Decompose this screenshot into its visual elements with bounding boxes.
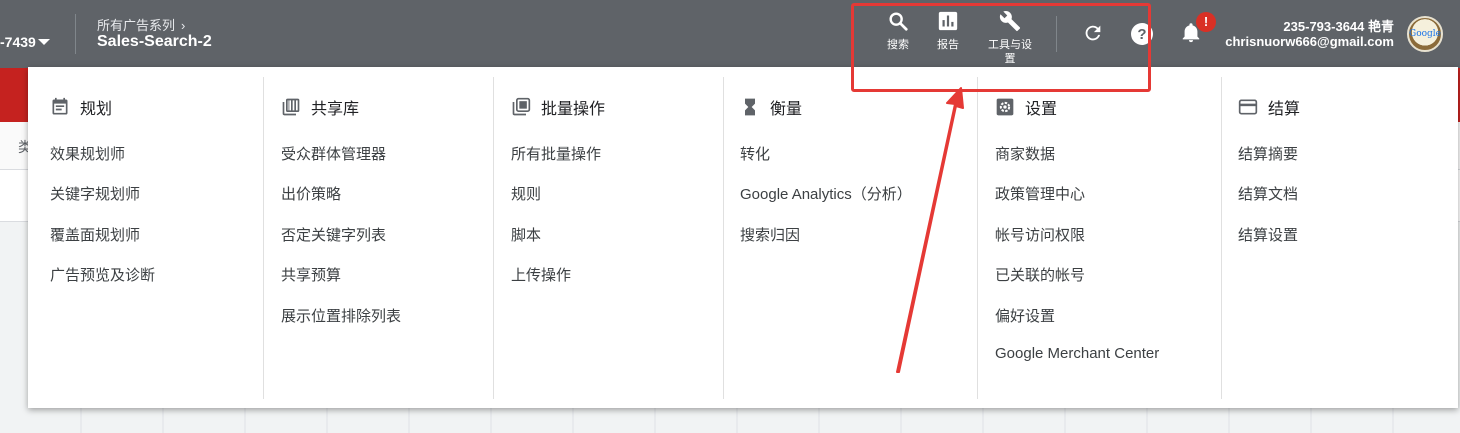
menu-item-uploads[interactable]: 上传操作 bbox=[511, 264, 571, 285]
menu-item-reach-planner[interactable]: 覆盖面规划师 bbox=[50, 224, 140, 245]
menu-item-rules[interactable]: 规则 bbox=[511, 183, 541, 204]
menu-item-scripts[interactable]: 脚本 bbox=[511, 224, 541, 245]
menu-item-linked-accounts[interactable]: 已关联的帐号 bbox=[995, 264, 1085, 285]
refresh-icon[interactable] bbox=[1082, 22, 1104, 49]
avatar-label: Google bbox=[1409, 29, 1441, 39]
account-dropdown-icon[interactable] bbox=[38, 39, 50, 45]
menu-item-merchant-center[interactable]: Google Merchant Center bbox=[995, 345, 1159, 362]
hourglass-icon bbox=[745, 98, 755, 116]
tools-settings-menu: 规划 效果规划师 关键字规划师 覆盖面规划师 广告预览及诊断 共享库 受众群体管… bbox=[28, 67, 1458, 408]
campaign-title: Sales-Search-2 bbox=[97, 33, 212, 50]
menu-item-all-bulk-actions[interactable]: 所有批量操作 bbox=[511, 143, 601, 164]
menu-heading-billing: 结算 bbox=[1238, 95, 1300, 119]
menu-item-ad-preview[interactable]: 广告预览及诊断 bbox=[50, 264, 155, 285]
menu-heading-label: 衡量 bbox=[770, 101, 803, 118]
menu-item-placement-exclusions[interactable]: 展示位置排除列表 bbox=[281, 305, 401, 326]
menu-heading-measurement: 衡量 bbox=[740, 95, 802, 119]
menu-item-account-access[interactable]: 帐号访问权限 bbox=[995, 224, 1085, 245]
search-tool-button[interactable]: 搜索 bbox=[878, 10, 918, 52]
search-tool-label: 搜索 bbox=[887, 39, 909, 51]
menu-column-setup: 设置 商家数据 政策管理中心 帐号访问权限 已关联的帐号 偏好设置 Google… bbox=[978, 67, 1221, 408]
menu-item-billing-settings[interactable]: 结算设置 bbox=[1238, 224, 1298, 245]
menu-heading-label: 批量操作 bbox=[541, 101, 606, 118]
menu-heading-setup: 设置 bbox=[995, 95, 1057, 119]
top-header: -7439 所有广告系列 › Sales-Search-2 搜索 报告 工具与设置… bbox=[0, 0, 1460, 68]
header-divider bbox=[1056, 16, 1057, 52]
menu-item-performance-planner[interactable]: 效果规划师 bbox=[50, 143, 125, 164]
chevron-right-icon: › bbox=[181, 18, 186, 33]
menu-heading-label: 规划 bbox=[80, 101, 113, 118]
tools-settings-label: 工具与设置 bbox=[988, 39, 1032, 65]
menu-item-billing-documents[interactable]: 结算文档 bbox=[1238, 183, 1298, 204]
menu-column-planning: 规划 效果规划师 关键字规划师 覆盖面规划师 广告预览及诊断 bbox=[28, 67, 263, 408]
user-account-name[interactable]: 235-793-3644 艳青 bbox=[1283, 16, 1394, 35]
menu-item-business-data[interactable]: 商家数据 bbox=[995, 143, 1055, 164]
menu-item-shared-budgets[interactable]: 共享预算 bbox=[281, 264, 341, 285]
credit-card-icon bbox=[1238, 99, 1258, 115]
menu-heading-label: 设置 bbox=[1025, 101, 1058, 118]
account-id[interactable]: -7439 bbox=[0, 34, 36, 50]
notification-badge: ! bbox=[1196, 12, 1216, 32]
search-icon bbox=[889, 12, 908, 31]
report-tool-label: 报告 bbox=[937, 39, 959, 51]
bar-chart-icon bbox=[938, 11, 958, 31]
help-icon[interactable]: ? bbox=[1130, 22, 1154, 51]
menu-item-audience-manager[interactable]: 受众群体管理器 bbox=[281, 143, 386, 164]
calendar-icon bbox=[52, 97, 68, 115]
menu-heading-label: 结算 bbox=[1268, 101, 1301, 118]
menu-item-conversions[interactable]: 转化 bbox=[740, 143, 770, 164]
menu-item-billing-summary[interactable]: 结算摘要 bbox=[1238, 143, 1298, 164]
wrench-icon bbox=[999, 11, 1021, 32]
avatar[interactable]: Google bbox=[1407, 16, 1443, 52]
copy-icon bbox=[512, 97, 531, 116]
library-icon bbox=[282, 98, 300, 116]
tools-settings-button[interactable]: 工具与设置 bbox=[978, 10, 1042, 66]
menu-item-negative-keyword-lists[interactable]: 否定关键字列表 bbox=[281, 224, 386, 245]
menu-column-bulk-actions: 批量操作 所有批量操作 规则 脚本 上传操作 bbox=[494, 67, 723, 408]
menu-item-keyword-planner[interactable]: 关键字规划师 bbox=[50, 183, 140, 204]
menu-column-measurement: 衡量 转化 Google Analytics（分析） 搜索归因 bbox=[724, 67, 977, 408]
breadcrumb[interactable]: 所有广告系列 › bbox=[97, 15, 185, 34]
menu-item-preferences[interactable]: 偏好设置 bbox=[995, 305, 1055, 326]
user-email[interactable]: chrisnuorw666@gmail.com bbox=[1225, 34, 1394, 49]
svg-text:?: ? bbox=[1137, 26, 1146, 43]
breadcrumb-label: 所有广告系列 bbox=[97, 18, 176, 33]
report-tool-button[interactable]: 报告 bbox=[928, 10, 968, 52]
header-divider bbox=[75, 14, 76, 54]
menu-heading-planning: 规划 bbox=[50, 95, 112, 119]
menu-item-search-attribution[interactable]: 搜索归因 bbox=[740, 224, 800, 245]
menu-item-bid-strategies[interactable]: 出价策略 bbox=[281, 183, 341, 204]
menu-item-policy-manager[interactable]: 政策管理中心 bbox=[995, 183, 1085, 204]
menu-heading-bulk-actions: 批量操作 bbox=[511, 95, 605, 119]
menu-item-google-analytics[interactable]: Google Analytics（分析） bbox=[740, 183, 912, 204]
menu-heading-label: 共享库 bbox=[311, 101, 360, 118]
menu-column-shared-library: 共享库 受众群体管理器 出价策略 否定关键字列表 共享预算 展示位置排除列表 bbox=[264, 67, 493, 408]
gear-icon bbox=[996, 98, 1014, 116]
menu-heading-shared-library: 共享库 bbox=[281, 95, 359, 119]
menu-column-billing: 结算 结算摘要 结算文档 结算设置 bbox=[1222, 67, 1458, 408]
